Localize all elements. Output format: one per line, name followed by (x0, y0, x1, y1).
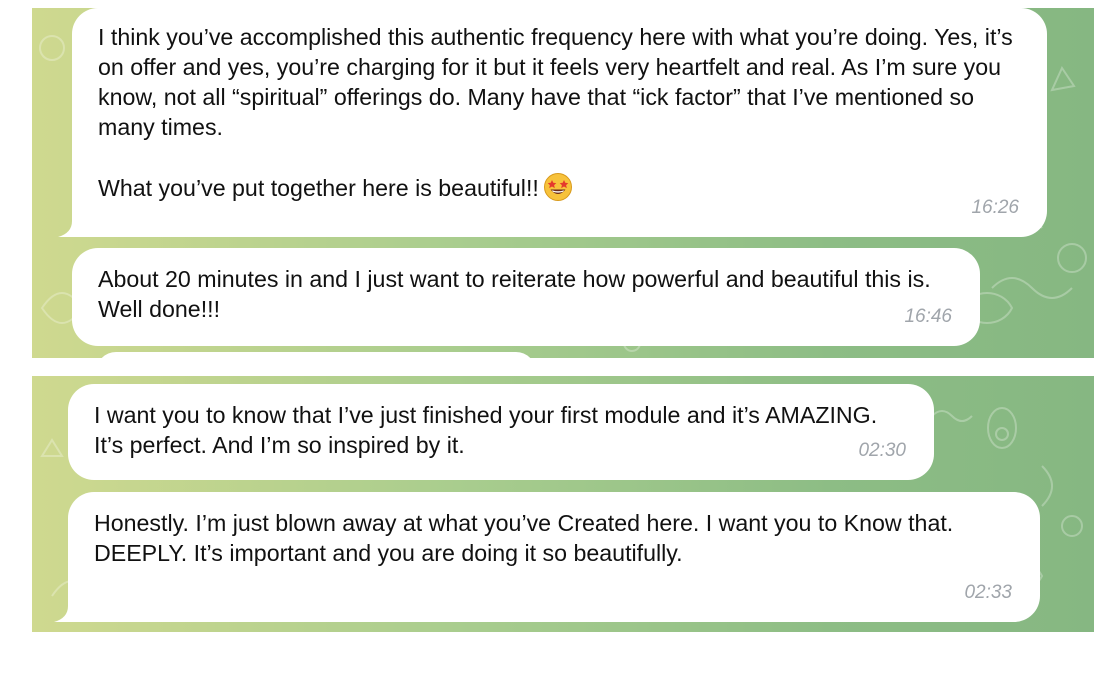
chat-panel-top: I think you’ve accomplished this authent… (32, 8, 1094, 358)
message-text: About 20 minutes in and I just want to r… (98, 266, 938, 322)
message-bubble[interactable]: About 20 minutes in and I just want to r… (72, 248, 980, 346)
message-timestamp: 16:26 (971, 197, 1019, 218)
message-timestamp: 02:30 (858, 440, 906, 461)
message-text: I want you to know that I’ve just finish… (94, 402, 884, 458)
bubble-tail-icon (58, 221, 80, 237)
message-bubble[interactable]: Honestly. I’m just blown away at what yo… (68, 492, 1040, 622)
message-text: I think you’ve accomplished this authent… (98, 24, 1013, 201)
star-struck-emoji-icon (543, 173, 572, 201)
message-bubble-partial (96, 352, 536, 358)
message-text: Honestly. I’m just blown away at what yo… (94, 510, 960, 566)
message-timestamp: 16:46 (904, 306, 952, 327)
message-bubble[interactable]: I want you to know that I’ve just finish… (68, 384, 934, 480)
message-bubble[interactable]: I think you’ve accomplished this authent… (72, 8, 1047, 237)
bubble-tail-icon (54, 606, 76, 622)
chat-panel-bottom: I want you to know that I’ve just finish… (32, 376, 1094, 632)
message-timestamp: 02:33 (964, 582, 1012, 603)
